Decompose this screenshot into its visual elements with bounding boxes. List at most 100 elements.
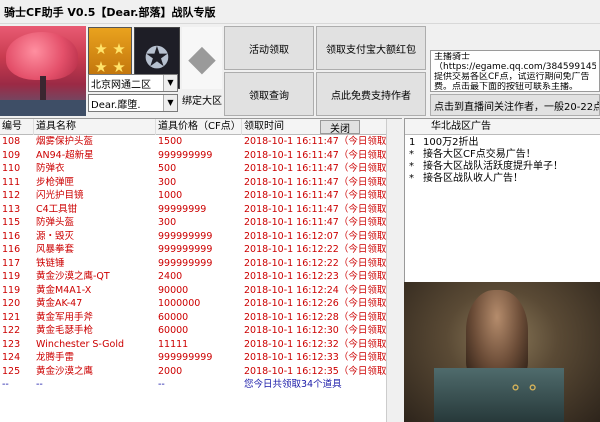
free-support-button[interactable]: 点此免费支持作者 bbox=[316, 72, 426, 116]
ad-item: * 接各大区战队活跃度提升单子！ bbox=[409, 161, 600, 173]
cell-name: Winchester S-Gold bbox=[36, 338, 125, 350]
table-row[interactable]: 113 C4工具钳 99999999 2018-10-1 16:11:47（今日领取 bbox=[0, 203, 402, 217]
cell-time: 2018-10-1 16:11:47（今日领取 bbox=[244, 190, 387, 201]
ad-item-marker: * bbox=[409, 161, 414, 172]
cell-time: 2018-10-1 16:11:47（今日领取 bbox=[244, 217, 387, 228]
cell-name: 黄金沙漠之鹰 bbox=[36, 365, 94, 377]
table-row[interactable]: 115 防弹头盔 300 2018-10-1 16:11:47（今日领取 bbox=[0, 216, 402, 230]
cell-name: 风暴拳套 bbox=[36, 244, 75, 255]
cell-id: 116 bbox=[2, 244, 21, 255]
table-row[interactable]: 111 步枪弹匣 300 2018-10-1 16:11:47（今日领取 bbox=[0, 176, 402, 190]
table-row[interactable]: 122 黄金毛瑟手枪 60000 2018-10-1 16:12:30（今日领取 bbox=[0, 324, 402, 338]
cell-name: 龙腾手雷 bbox=[36, 352, 75, 363]
streamer-info-box: 主播骑士 （https://egame.qq.com/3845991457 提供… bbox=[430, 50, 600, 92]
activity-claim-button[interactable]: 活动领取 bbox=[224, 26, 314, 70]
cell-id: 122 bbox=[2, 325, 21, 336]
cell-time: 2018-10-1 16:12:33（今日领取 bbox=[244, 352, 387, 363]
window-title: 骑士CF助手 V0.5【Dear.部落】战队专版 bbox=[4, 5, 216, 19]
claimed-items-table: 编号 道具名称 道具价格（CF点） 领取时间 关闭 108 烟雾保护头盔 1500 2… bbox=[0, 118, 402, 422]
claim-query-button[interactable]: 领取查询 bbox=[224, 72, 314, 116]
table-row[interactable]: 119 黄金M4A1-X 90000 2018-10-1 16:12:24（今日领取 bbox=[0, 284, 402, 298]
ad-item: 1 100万2折出 bbox=[409, 137, 600, 149]
cell-name: AN94-超新星 bbox=[36, 149, 94, 161]
cell-price: 500 bbox=[158, 163, 177, 174]
cell-price: 1500 bbox=[158, 136, 183, 147]
table-row[interactable]: 124 龙腾手雷 999999999 2018-10-1 16:12:33（今日领取 bbox=[0, 351, 402, 365]
cell-time: 2018-10-1 16:11:47（今日领取 bbox=[244, 203, 387, 215]
table-row[interactable]: 112 闪光护目镜 1000 2018-10-1 16:11:47（今日领取 bbox=[0, 189, 402, 203]
cell-id: 108 bbox=[2, 136, 21, 147]
bind-region-label: 绑定大区 bbox=[182, 95, 222, 107]
cell-name: 黄金毛瑟手枪 bbox=[36, 325, 94, 336]
nickname-select-value: Dear.靡堕. bbox=[91, 99, 141, 111]
table-scrollbar[interactable] bbox=[386, 119, 402, 422]
cell-time: 2018-10-1 16:12:35（今日领取 bbox=[244, 365, 387, 377]
table-row[interactable]: 110 防弹衣 500 2018-10-1 16:11:47（今日领取 bbox=[0, 162, 402, 176]
header-id: 编号 bbox=[0, 118, 34, 135]
banner-ground bbox=[0, 100, 86, 116]
table-row[interactable]: 117 铁链锤 999999999 2018-10-1 16:12:22（今日领取 bbox=[0, 257, 402, 271]
header-name: 道具名称 bbox=[34, 118, 156, 135]
table-body: 108 烟雾保护头盔 1500 2018-10-1 16:11:47（今日领取 109 A… bbox=[0, 135, 402, 392]
cell-id: 112 bbox=[2, 190, 21, 201]
table-row[interactable]: 116 风暴拳套 999999999 2018-10-1 16:12:22（今日领取 bbox=[0, 243, 402, 257]
live-stream-video[interactable]: ⚬⚬ bbox=[404, 282, 600, 422]
cell-price: 999999999 bbox=[158, 230, 213, 242]
ads-title: 华北战区广告 bbox=[405, 119, 600, 135]
cell-id: 121 bbox=[2, 311, 21, 323]
cell-time: 2018-10-1 16:11:47（今日领取 bbox=[244, 136, 387, 147]
table-row[interactable]: 119 黄金沙漠之鹰-QT 2400 2018-10-1 16:12:23（今日领取 bbox=[0, 270, 402, 284]
cell-id: 111 bbox=[2, 176, 21, 188]
cell-price: 300 bbox=[158, 217, 177, 228]
ads-panel: 华北战区广告 1 100万2折出 * 接各大区CF点交易广告！ * 接各大区战队活跃度提升… bbox=[404, 118, 600, 282]
cell-id: 119 bbox=[2, 284, 21, 296]
cell-time: 2018-10-1 16:12:26（今日领取 bbox=[244, 298, 387, 309]
live-follow-button[interactable]: 点击到直播间关注作者，一般20-22点 bbox=[430, 94, 600, 116]
cell-id: 117 bbox=[2, 257, 21, 269]
cell-time: 2018-10-1 16:12:28（今日领取 bbox=[244, 311, 387, 323]
cell-price: 99999999 bbox=[158, 203, 207, 215]
cell-price: 999999999 bbox=[158, 257, 213, 269]
ad-item: * 接各区战队收人广告！ bbox=[409, 173, 600, 185]
cell-id: 125 bbox=[2, 365, 21, 377]
table-row[interactable]: 125 黄金沙漠之鹰 2000 2018-10-1 16:12:35（今日领取 bbox=[0, 365, 402, 379]
table-row[interactable]: 108 烟雾保护头盔 1500 2018-10-1 16:11:47（今日领取 bbox=[0, 135, 402, 149]
chevron-down-icon[interactable]: ▼ bbox=[163, 75, 177, 91]
ad-item-text: 100万2折出 bbox=[423, 137, 479, 148]
cell-id: 113 bbox=[2, 203, 21, 215]
cell-price: 1000 bbox=[158, 190, 183, 201]
close-button[interactable]: 关闭 bbox=[320, 120, 360, 135]
cell-time: 2018-10-1 16:11:47（今日领取 bbox=[244, 163, 387, 174]
table-row[interactable]: 121 黄金军用手斧 60000 2018-10-1 16:12:28（今日领取 bbox=[0, 311, 402, 325]
cell-id: 123 bbox=[2, 338, 21, 350]
table-row[interactable]: 109 AN94-超新星 999999999 2018-10-1 16:11:47（今… bbox=[0, 149, 402, 163]
table-row[interactable]: 123 Winchester S-Gold 11111 2018-10-1 16:12… bbox=[0, 338, 402, 352]
footer-id: -- bbox=[2, 379, 9, 390]
cell-name: 黄金M4A1-X bbox=[36, 284, 92, 296]
tree-crown bbox=[6, 32, 78, 80]
alipay-redpacket-button[interactable]: 领取支付宝大额红包 bbox=[316, 26, 426, 70]
cell-name: 烟雾保护头盔 bbox=[36, 136, 94, 147]
footer-price: -- bbox=[158, 379, 165, 390]
cell-id: 115 bbox=[2, 217, 21, 228]
footer-time: 您今日共领取34个道具 bbox=[244, 379, 342, 390]
cell-price: 300 bbox=[158, 176, 177, 188]
ad-item-text: 接各大区战队活跃度提升单子！ bbox=[423, 161, 563, 172]
video-person bbox=[466, 290, 528, 380]
cell-name: 黄金沙漠之鹰-QT bbox=[36, 271, 110, 282]
cell-price: 999999999 bbox=[158, 244, 213, 255]
footer-name: -- bbox=[36, 379, 43, 390]
nickname-select[interactable]: Dear.靡堕. ▼ bbox=[88, 94, 178, 112]
ads-list: 1 100万2折出 * 接各大区CF点交易广告！ * 接各大区战队活跃度提升单子！ * 接各区… bbox=[405, 135, 600, 185]
info-line: 费。点击最下面的按钮可联系主播。 bbox=[434, 82, 579, 92]
cell-time: 2018-10-1 16:12:30（今日领取 bbox=[244, 325, 387, 336]
title-bar: 骑士CF助手 V0.5【Dear.部落】战队专版 bbox=[0, 0, 600, 24]
server-select[interactable]: 北京网通二区 ▼ bbox=[88, 74, 178, 92]
table-row[interactable]: 116 源・毁灭 999999999 2018-10-1 16:12:07（今日领取 bbox=[0, 230, 402, 244]
cell-name: 防弹衣 bbox=[36, 163, 65, 174]
table-row[interactable]: 120 黄金AK-47 1000000 2018-10-1 16:12:26（今日领取 bbox=[0, 297, 402, 311]
diamond-icon: ◆ bbox=[182, 27, 222, 89]
chevron-down-icon[interactable]: ▼ bbox=[163, 95, 177, 111]
ad-item-marker: * bbox=[409, 173, 414, 184]
cell-id: 110 bbox=[2, 163, 21, 174]
